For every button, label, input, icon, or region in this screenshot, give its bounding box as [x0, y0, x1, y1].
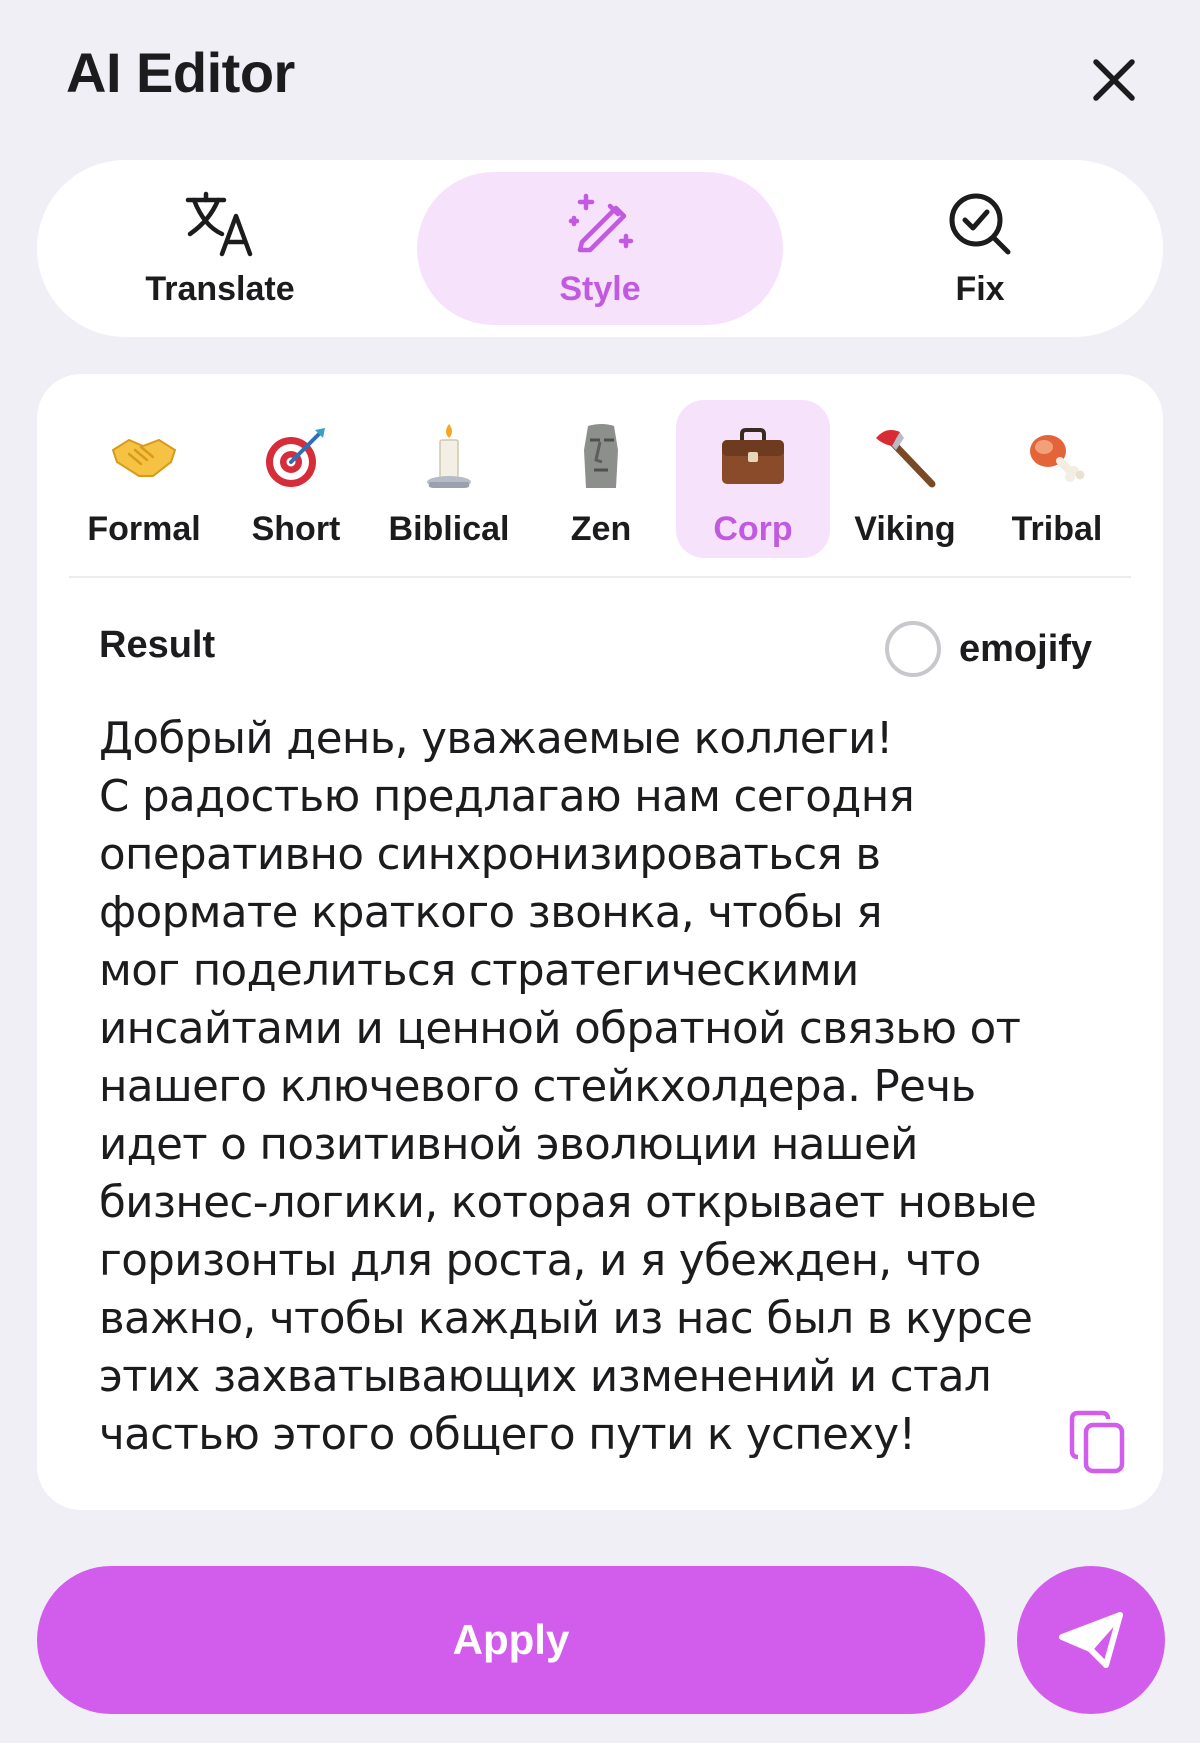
style-viking-label: Viking [854, 510, 956, 548]
style-card: Formal Short Biblical Zen Corp Viking Tr… [37, 374, 1163, 1510]
style-tribal-label: Tribal [1011, 510, 1103, 548]
style-short-label: Short [251, 510, 341, 548]
search-check-icon [949, 193, 1011, 255]
style-biblical-label: Biblical [388, 510, 510, 548]
emojify-label: emojify [959, 627, 1093, 670]
close-icon [1093, 59, 1135, 101]
style-zen-label: Zen [570, 510, 632, 548]
dart-target-icon [266, 428, 325, 487]
tab-fix-label: Fix [955, 270, 1005, 308]
divider [69, 576, 1131, 578]
emojify-toggle[interactable]: emojify [885, 620, 1092, 678]
style-biblical[interactable]: Biblical [372, 400, 526, 558]
axe-icon [876, 430, 936, 488]
send-button[interactable] [1017, 1566, 1165, 1714]
style-corp[interactable]: Corp [676, 400, 830, 558]
result-label: Result [99, 624, 216, 666]
meat-on-bone-icon [1030, 435, 1085, 482]
apply-button[interactable]: Apply [37, 1566, 985, 1714]
tab-translate[interactable]: Translate [37, 172, 403, 325]
translate-icon [185, 191, 253, 257]
tab-style[interactable]: Style [417, 172, 783, 325]
style-formal[interactable]: Formal [67, 400, 221, 558]
emojify-radio[interactable] [885, 621, 941, 677]
tab-fix[interactable]: Fix [797, 172, 1163, 325]
moai-icon [584, 424, 618, 488]
header: AI Editor [0, 0, 1200, 150]
page-title: AI Editor [66, 41, 295, 104]
style-zen[interactable]: Zen [524, 400, 678, 558]
close-button[interactable] [1082, 48, 1146, 112]
briefcase-icon [722, 428, 784, 484]
tab-translate-label: Translate [145, 270, 295, 308]
send-icon [1059, 1612, 1123, 1668]
style-short[interactable]: Short [219, 400, 373, 558]
candle-icon [427, 424, 471, 488]
copy-icon [1069, 1410, 1125, 1474]
handshake-icon [111, 438, 177, 477]
mode-tabs: Translate Style Fix [37, 160, 1163, 337]
style-corp-label: Corp [713, 510, 793, 548]
copy-button[interactable] [1061, 1404, 1133, 1480]
style-tribal[interactable]: Tribal [980, 400, 1134, 558]
style-options: Formal Short Biblical Zen Corp Viking Tr… [67, 400, 1133, 558]
magic-wand-icon [568, 193, 634, 253]
style-formal-label: Formal [87, 510, 201, 548]
result-text: Добрый день, уважаемые коллеги! С радост… [99, 714, 1037, 1460]
tab-style-label: Style [559, 270, 641, 308]
style-viking[interactable]: Viking [828, 400, 982, 558]
